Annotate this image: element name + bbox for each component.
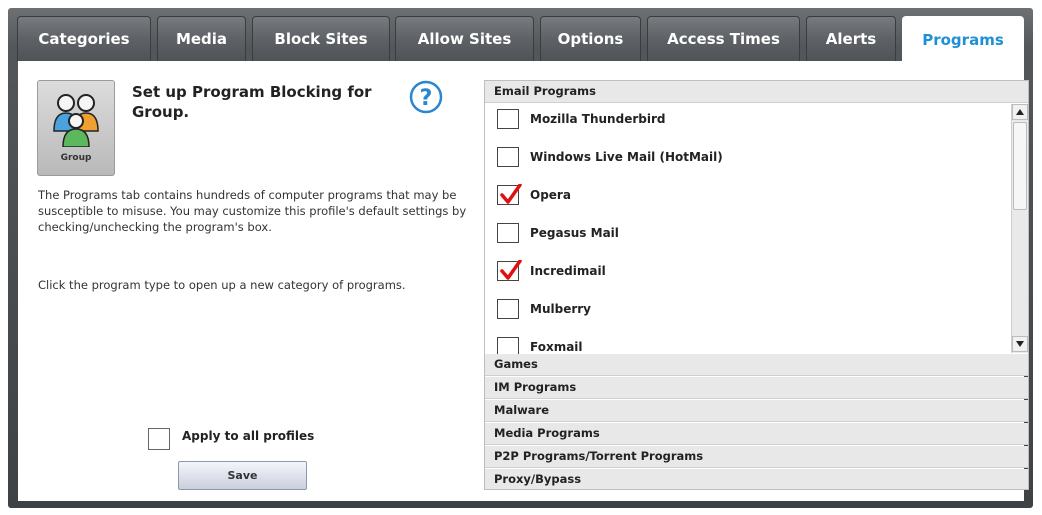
list-item: Windows Live Mail (HotMail) bbox=[497, 146, 723, 168]
scroll-down-button[interactable] bbox=[1012, 336, 1028, 352]
scrollbar-thumb[interactable] bbox=[1013, 122, 1027, 210]
program-name: Pegasus Mail bbox=[530, 226, 619, 240]
programs-description: The Programs tab contains hundreds of co… bbox=[38, 188, 467, 234]
email-programs-list: Mozilla Thunderbird Windows Live Mail (H… bbox=[485, 103, 1028, 354]
list-item: Opera bbox=[497, 184, 571, 206]
program-categories-panel: Email Programs Mozilla Thunderbird Windo… bbox=[484, 80, 1029, 490]
category-games[interactable]: Games bbox=[485, 354, 1028, 376]
page-title: Set up Program Blocking for Group. bbox=[132, 83, 372, 121]
tab-options[interactable]: Options bbox=[540, 16, 641, 61]
tab-allow-sites[interactable]: Allow Sites bbox=[395, 16, 534, 61]
list-item: Mozilla Thunderbird bbox=[497, 108, 665, 130]
tab-programs[interactable]: Programs bbox=[902, 16, 1024, 63]
program-checkbox[interactable] bbox=[497, 147, 519, 167]
list-item: Incredimail bbox=[497, 260, 606, 282]
category-malware[interactable]: Malware bbox=[485, 400, 1028, 422]
help-icon[interactable]: ? bbox=[409, 80, 443, 114]
program-name: Incredimail bbox=[530, 264, 606, 278]
category-email-programs[interactable]: Email Programs bbox=[485, 81, 1028, 103]
tab-media[interactable]: Media bbox=[157, 16, 246, 61]
group-profile-badge: Group bbox=[37, 80, 115, 176]
category-p2p-torrent-programs[interactable]: P2P Programs/Torrent Programs bbox=[485, 446, 1028, 468]
category-proxy-bypass[interactable]: Proxy/Bypass bbox=[485, 469, 1028, 489]
program-name: Mulberry bbox=[530, 302, 591, 316]
program-name: Opera bbox=[530, 188, 571, 202]
group-people-icon bbox=[53, 94, 99, 147]
scroll-up-arrow-icon bbox=[1016, 109, 1024, 115]
program-checkbox[interactable] bbox=[497, 109, 519, 129]
scroll-down-arrow-icon bbox=[1016, 341, 1024, 347]
program-name: Windows Live Mail (HotMail) bbox=[530, 150, 723, 164]
apply-all-profiles-label: Apply to all profiles bbox=[182, 429, 315, 443]
tab-categories[interactable]: Categories bbox=[17, 16, 151, 61]
apply-all-profiles-checkbox[interactable] bbox=[148, 428, 170, 450]
checkmark-icon bbox=[500, 184, 522, 204]
list-scrollbar[interactable] bbox=[1011, 104, 1028, 353]
checkmark-icon bbox=[500, 260, 522, 280]
program-checkbox[interactable] bbox=[497, 223, 519, 243]
scroll-up-button[interactable] bbox=[1012, 104, 1028, 120]
program-checkbox[interactable] bbox=[497, 184, 522, 205]
program-name: Mozilla Thunderbird bbox=[530, 112, 666, 126]
group-label: Group bbox=[60, 153, 92, 163]
list-item: Foxmail bbox=[497, 336, 583, 354]
category-media-programs[interactable]: Media Programs bbox=[485, 423, 1028, 445]
list-item: Mulberry bbox=[497, 298, 591, 320]
svg-text:?: ? bbox=[420, 86, 433, 111]
tab-block-sites[interactable]: Block Sites bbox=[252, 16, 390, 61]
tab-alerts[interactable]: Alerts bbox=[806, 16, 896, 61]
category-im-programs[interactable]: IM Programs bbox=[485, 377, 1028, 399]
program-checkbox[interactable] bbox=[497, 337, 519, 354]
tab-access-times[interactable]: Access Times bbox=[647, 16, 800, 61]
save-button[interactable]: Save bbox=[178, 461, 307, 490]
list-item: Pegasus Mail bbox=[497, 222, 619, 244]
program-name: Foxmail bbox=[530, 340, 583, 354]
program-checkbox[interactable] bbox=[497, 299, 519, 319]
program-checkbox[interactable] bbox=[497, 260, 522, 281]
category-hint: Click the program type to open up a new … bbox=[38, 278, 406, 292]
